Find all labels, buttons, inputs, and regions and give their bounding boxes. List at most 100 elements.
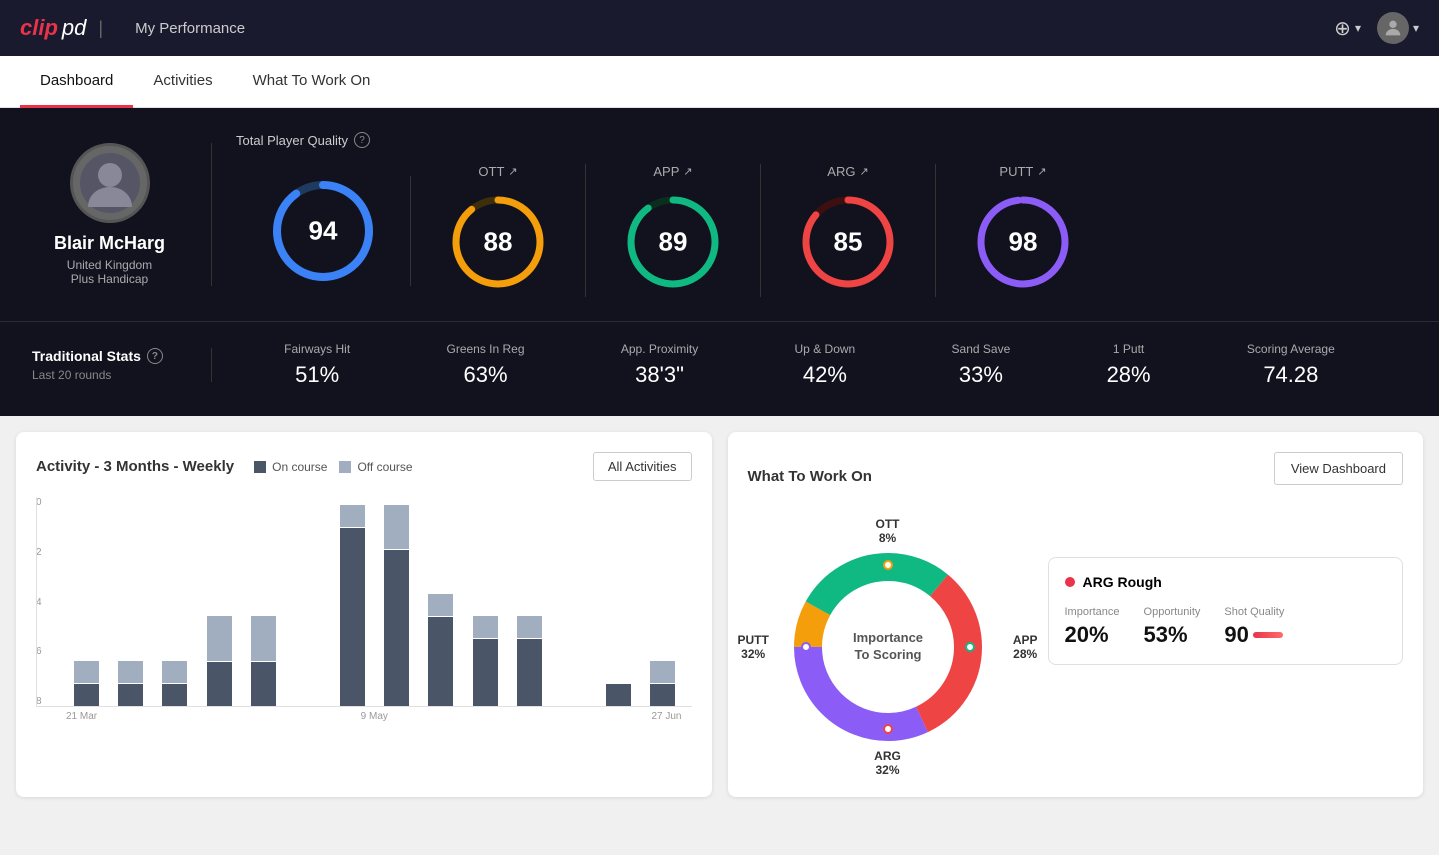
stat-value: 33% (952, 362, 1011, 388)
activity-chart-title: Activity - 3 Months - Weekly (36, 458, 234, 475)
all-activities-button[interactable]: All Activities (593, 452, 692, 481)
ott-trend-icon: ↗ (508, 165, 517, 178)
activity-chart-header: Activity - 3 Months - Weekly On course O… (36, 452, 692, 481)
bar-on-course (162, 684, 187, 706)
main-score-value: 94 (309, 215, 338, 246)
bar-group (67, 496, 105, 706)
header: clippd | My Performance ⊕ ▾ ▾ (0, 0, 1439, 56)
score-card-ott: OTT ↗ 88 (411, 164, 586, 297)
legend-on-course: On course (254, 460, 327, 474)
donut-chart-container: OTT 8% APP 28% ARG 32% PUTT 32% (748, 517, 1028, 777)
tab-what-to-work-on[interactable]: What To Work On (233, 56, 391, 108)
bar-on-course (428, 617, 453, 706)
arg-trend-icon: ↗ (859, 165, 868, 178)
chart-legend: On course Off course (254, 460, 413, 474)
bar-off-course (207, 616, 232, 660)
bar-group (599, 496, 637, 706)
stat-label: Up & Down (795, 342, 856, 356)
detail-stat-shot-quality: Shot Quality 90 (1224, 606, 1284, 648)
stat-greens-in-reg: Greens In Reg 63% (446, 342, 524, 388)
logo-clip-text: clip (20, 15, 58, 41)
stats-info-icon[interactable]: ? (147, 348, 163, 364)
arg-ring: 85 (793, 187, 903, 297)
score-card-main: 94 (236, 176, 411, 286)
detail-card-title: ARG Rough (1065, 574, 1387, 590)
player-handicap: Plus Handicap (71, 272, 148, 286)
ott-score-value: 88 (484, 227, 513, 258)
bar-on-course (650, 684, 675, 706)
activity-chart-panel: Activity - 3 Months - Weekly On course O… (16, 432, 712, 797)
tab-dashboard[interactable]: Dashboard (20, 56, 133, 108)
x-axis-labels: 21 Mar 9 May 27 Jun (36, 707, 692, 722)
add-button[interactable]: ⊕ ▾ (1334, 16, 1361, 41)
bar-group (555, 496, 593, 706)
putt-ring: 98 (968, 187, 1078, 297)
bar-group (200, 496, 238, 706)
bar-off-course (340, 505, 365, 527)
hero-section: Blair McHarg United Kingdom Plus Handica… (0, 108, 1439, 321)
wtwo-header: What To Work On View Dashboard (748, 452, 1404, 501)
putt-segment-label: PUTT 32% (738, 633, 769, 661)
stats-subtitle: Last 20 rounds (32, 368, 187, 382)
avatar (70, 143, 150, 223)
bottom-panels: Activity - 3 Months - Weekly On course O… (0, 416, 1439, 813)
app-ring: 89 (618, 187, 728, 297)
putt-trend-icon: ↗ (1037, 165, 1046, 178)
scores-section: Total Player Quality ? 94 (212, 132, 1407, 297)
logo[interactable]: clippd (20, 15, 86, 41)
off-course-legend-dot (339, 461, 351, 473)
legend-off-course: Off course (339, 460, 412, 474)
stats-items: Fairways Hit 51% Greens In Reg 63% App. … (212, 342, 1407, 388)
stat-scoring-average: Scoring Average 74.28 (1247, 342, 1335, 388)
bar-off-course (74, 661, 99, 683)
bar-group (466, 496, 504, 706)
score-card-putt: PUTT ↗ 98 (936, 164, 1110, 297)
bar-group (422, 496, 460, 706)
view-dashboard-button[interactable]: View Dashboard (1274, 452, 1403, 485)
bar-on-course (340, 528, 365, 706)
stat-label: 1 Putt (1107, 342, 1151, 356)
stat-up-and-down: Up & Down 42% (795, 342, 856, 388)
player-name: Blair McHarg (54, 233, 165, 254)
bar-off-course (118, 661, 143, 683)
stats-label-section: Traditional Stats ? Last 20 rounds (32, 348, 212, 382)
shot-quality-value: 90 (1224, 622, 1248, 648)
stat-fairways-hit: Fairways Hit 51% (284, 342, 350, 388)
ott-label: OTT ↗ (478, 164, 517, 179)
stat-label: Scoring Average (1247, 342, 1335, 356)
bar-off-course (428, 594, 453, 616)
nav-tabs: Dashboard Activities What To Work On (0, 56, 1439, 108)
app-label: APP ↗ (653, 164, 692, 179)
arg-label: ARG ↗ (827, 164, 868, 179)
plus-circle-icon: ⊕ (1334, 16, 1351, 41)
tpq-info-icon[interactable]: ? (354, 132, 370, 148)
svg-text:To Scoring: To Scoring (854, 647, 921, 662)
score-card-arg: ARG ↗ 85 (761, 164, 936, 297)
user-dropdown-arrow: ▾ (1413, 21, 1419, 35)
wtwo-detail: ARG Rough Importance 20% Opportunity 53%… (1048, 517, 1404, 665)
player-country: United Kingdom (67, 258, 152, 272)
header-title: My Performance (135, 20, 245, 37)
bar-on-course (74, 684, 99, 706)
bar-group (510, 496, 548, 706)
bar-on-course (473, 639, 498, 706)
putt-label: PUTT ↗ (999, 164, 1046, 179)
stat-label: App. Proximity (621, 342, 698, 356)
tab-activities[interactable]: Activities (133, 56, 232, 108)
app-segment-label: APP 28% (1013, 633, 1038, 661)
bar-off-course (162, 661, 187, 683)
bar-on-course (251, 662, 276, 706)
score-cards: 94 OTT ↗ 88 (236, 164, 1383, 297)
stat-label: Sand Save (952, 342, 1011, 356)
bar-off-course (384, 505, 409, 549)
user-menu[interactable]: ▾ (1377, 12, 1419, 44)
app-trend-icon: ↗ (683, 165, 692, 178)
chart-area: 8 6 4 2 0 21 Mar 9 May 27 Jun (36, 497, 692, 737)
detail-stat-opportunity: Opportunity 53% (1144, 606, 1201, 648)
svg-text:Importance: Importance (852, 630, 922, 645)
putt-score-value: 98 (1009, 227, 1038, 258)
app-score-value: 89 (659, 227, 688, 258)
bar-group (156, 496, 194, 706)
bar-off-course (473, 616, 498, 638)
what-to-work-on-panel: What To Work On View Dashboard OTT 8% AP… (728, 432, 1424, 797)
